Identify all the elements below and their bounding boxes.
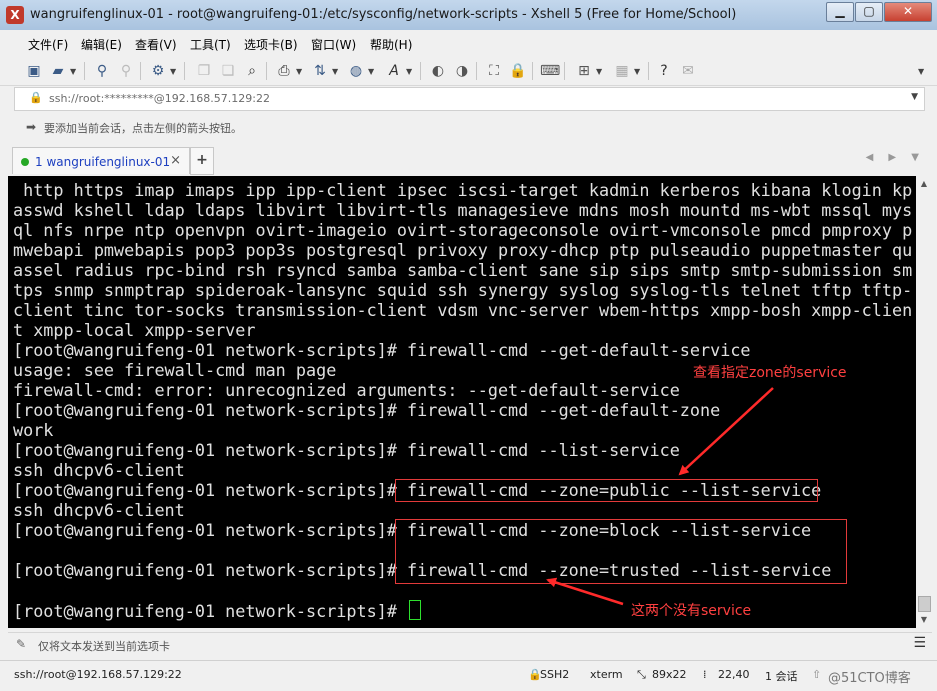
session-hint-text: 要添加当前会话，点击左侧的箭头按钮。 [44,122,242,135]
menu-bar: 文件(F) 编辑(E) 查看(V) 工具(T) 选项卡(B) 窗口(W) 帮助(… [0,30,937,56]
menu-help[interactable]: 帮助(H) [370,36,412,53]
help-icon[interactable]: ? [654,61,674,81]
chat-icon[interactable]: ✉ [678,61,698,81]
chevron-down-icon[interactable]: ▼ [634,67,640,76]
address-bar[interactable]: 🔒 ssh://root:*********@192.168.57.129:22… [14,87,925,111]
session-hint-bar: ➡ 要添加当前会话，点击左侧的箭头按钮。 [14,115,923,139]
xftp-icon[interactable]: ◐ [428,61,448,81]
layout-icon[interactable]: ▦ [612,61,632,81]
font-icon[interactable]: A [384,61,404,81]
print-icon[interactable]: ⎙ [274,61,294,81]
toolbar-separator [84,62,85,80]
new-tab-icon[interactable]: ⊞ [574,61,594,81]
window-controls: ▁ ▢ ✕ [825,2,932,22]
tab-session[interactable]: 1 wangruifenglinux-01 × [12,147,190,174]
paste-icon[interactable]: ❏ [218,61,238,81]
connected-status-icon [21,158,29,166]
xshell-app-icon: X [6,6,24,24]
arrow-up-icon: ⇧ [812,668,822,681]
xmanager-icon[interactable]: ◑ [452,61,472,81]
resize-icon: ⤡ [637,668,646,681]
close-button[interactable]: ✕ [884,2,932,22]
tab-close-icon[interactable]: × [170,153,181,168]
status-protocol: SSH2 [540,668,570,681]
toolbar-separator [476,62,477,80]
tab-label[interactable]: 1 wangruifenglinux-01 [35,155,170,169]
toolbar: ▣ ▰ ▼ ⚲ ⚲ ⚙ ▼ ❐ ❏ ⌕ ⎙ ▼ ⇅ ▼ ◍ ▼ A ▼ ◐ ◑ … [0,57,937,86]
status-cursor: 22,40 [718,668,750,681]
open-folder-icon[interactable]: ▰ [48,61,68,81]
toolbar-separator [532,62,533,80]
add-tab-button[interactable]: + [190,147,214,175]
toolbar-separator [266,62,267,80]
compose-bar: ✎ 仅将文本发送到当前选项卡 ☰ [8,632,932,657]
minimize-button[interactable]: ▁ [826,2,854,22]
keyboard-icon[interactable]: ⌨ [540,61,560,81]
chevron-down-icon[interactable]: ▼ [332,67,338,76]
menu-file[interactable]: 文件(F) [28,36,68,53]
maximize-button[interactable]: ▢ [855,2,883,22]
status-bar: ssh://root@192.168.57.129:22 🔒 SSH2 xter… [0,660,937,691]
status-term: xterm [590,668,623,681]
new-session-icon[interactable]: ▣ [24,61,44,81]
find-icon[interactable]: ⌕ [242,61,262,81]
terminal-output[interactable]: http https imap imaps ipp ipp-client ips… [8,176,916,628]
fullscreen-icon[interactable]: ⛶ [484,61,504,81]
toolbar-separator [184,62,185,80]
globe-icon[interactable]: ◍ [346,61,366,81]
scroll-thumb[interactable] [918,596,931,612]
chevron-down-icon[interactable]: ▼ [911,92,918,102]
menu-window[interactable]: 窗口(W) [311,36,356,53]
title-bar: X wangruifenglinux-01 - root@wangruifeng… [0,0,937,31]
compose-input[interactable]: 仅将文本发送到当前选项卡 [38,638,170,654]
terminal-scrollbar[interactable]: ▲ ▼ [916,176,932,628]
disconnect-icon[interactable]: ⚲ [116,61,136,81]
tab-navigation[interactable]: ◀ ▶ ▼ [866,152,925,163]
toolbar-separator [140,62,141,80]
connect-icon[interactable]: ⚲ [92,61,112,81]
menu-view[interactable]: 查看(V) [135,36,177,53]
arrow-to-trusted [546,577,624,606]
chevron-down-icon[interactable]: ▼ [70,67,76,76]
toolbar-separator [420,62,421,80]
status-sessions: 1 会话 [765,670,798,683]
arrow-to-public [678,387,774,476]
lock-icon: 🔒 [29,91,43,104]
scroll-up-icon[interactable]: ▲ [916,176,932,192]
tab-bar: 1 wangruifenglinux-01 × + ◀ ▶ ▼ [0,144,937,175]
window-title: wangruifenglinux-01 - root@wangruifeng-0… [30,7,737,22]
status-connection: ssh://root@192.168.57.129:22 [14,668,182,681]
status-size: 89x22 [652,668,687,681]
menu-icon[interactable]: ☰ [913,635,926,651]
toolbar-separator [564,62,565,80]
compose-icon: ✎ [16,637,27,651]
menu-tools[interactable]: 工具(T) [190,36,231,53]
chevron-down-icon[interactable]: ▼ [296,67,302,76]
transfer-icon[interactable]: ⇅ [310,61,330,81]
arrow-icon[interactable]: ➡ [26,120,36,134]
scroll-down-icon[interactable]: ▼ [916,612,932,628]
menu-tabs[interactable]: 选项卡(B) [244,36,298,53]
chevron-down-icon[interactable]: ▼ [368,67,374,76]
annotation-arrows [546,387,774,606]
lock-icon[interactable]: 🔒 [508,61,528,81]
toolbar-separator [648,62,649,80]
chevron-down-icon[interactable]: ▼ [170,67,176,76]
chevron-down-icon[interactable]: ▼ [918,67,924,76]
chevron-down-icon[interactable]: ▼ [596,67,602,76]
properties-icon[interactable]: ⚙ [148,61,168,81]
chevron-down-icon[interactable]: ▼ [406,67,412,76]
address-value[interactable]: ssh://root:*********@192.168.57.129:22 [49,92,270,105]
cursor-pos-icon: ⁞ [703,668,707,681]
watermark: @51CTO博客 [828,671,911,686]
menu-edit[interactable]: 编辑(E) [81,36,122,53]
copy-icon[interactable]: ❐ [194,61,214,81]
